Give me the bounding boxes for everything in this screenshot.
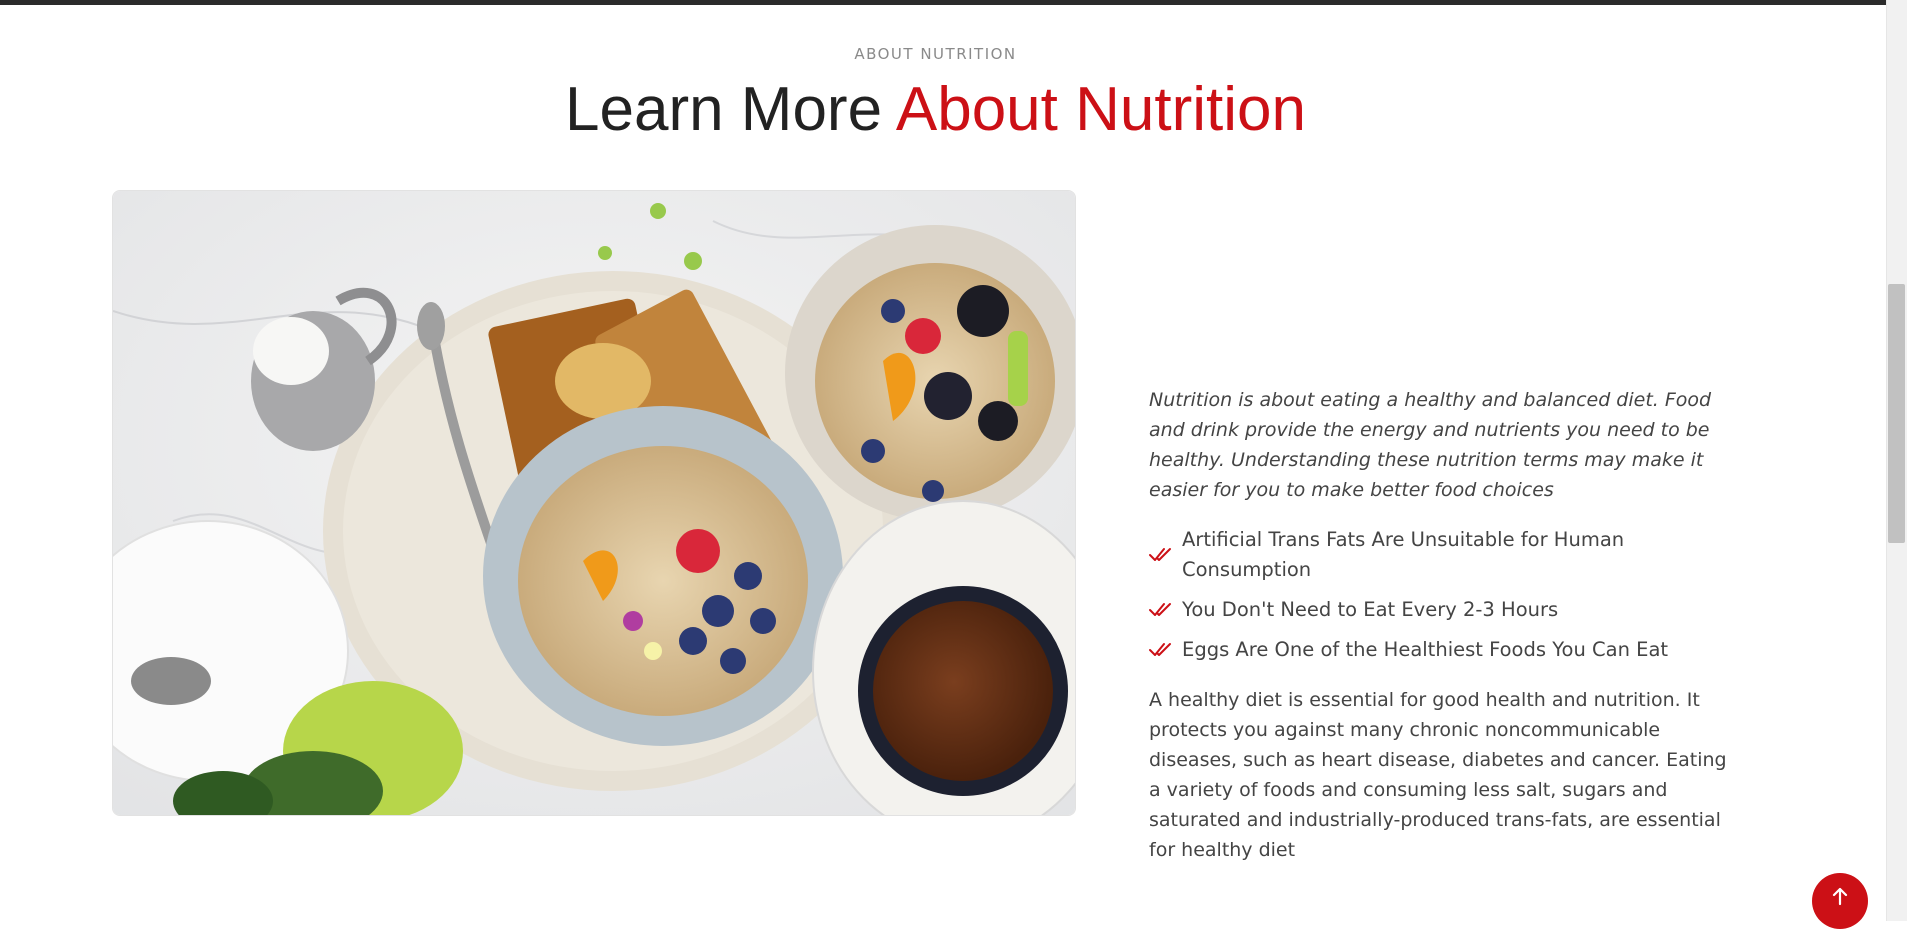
double-check-icon [1149, 603, 1171, 616]
checklist-item-label: You Don't Need to Eat Every 2-3 Hours [1182, 598, 1559, 621]
double-check-icon [1149, 548, 1171, 561]
nutrition-content: Nutrition is about eating a healthy and … [1149, 385, 1739, 865]
checklist-item: Artificial Trans Fats Are Unsuitable for… [1149, 525, 1739, 585]
breakfast-photo [112, 190, 1076, 816]
checklist-item: You Don't Need to Eat Every 2-3 Hours [1149, 595, 1739, 625]
double-check-icon [1149, 643, 1171, 656]
checklist-item-label: Eggs Are One of the Healthiest Foods You… [1182, 638, 1669, 661]
section-eyebrow: About Nutrition [854, 45, 1017, 63]
about-nutrition-section: About Nutrition Learn More About Nutriti… [0, 0, 1886, 921]
breakfast-illustration [113, 191, 1075, 815]
section-header: About Nutrition Learn More About Nutriti… [0, 44, 1871, 146]
nutrition-checklist: Artificial Trans Fats Are Unsuitable for… [1149, 525, 1739, 665]
section-heading: Learn More About Nutrition [0, 74, 1871, 146]
page-scrollbar[interactable] [1886, 0, 1907, 921]
arrow-up-icon [1832, 887, 1848, 906]
heading-lead: Learn More [565, 75, 896, 144]
body-text: A healthy diet is essential for good hea… [1149, 689, 1727, 861]
intro-text: Nutrition is about eating a healthy and … [1149, 389, 1712, 501]
scrollbar-thumb[interactable] [1888, 284, 1905, 543]
checklist-item: Eggs Are One of the Healthiest Foods You… [1149, 635, 1739, 665]
checklist-item-label: Artificial Trans Fats Are Unsuitable for… [1182, 528, 1625, 581]
heading-accent: About Nutrition [895, 75, 1306, 144]
